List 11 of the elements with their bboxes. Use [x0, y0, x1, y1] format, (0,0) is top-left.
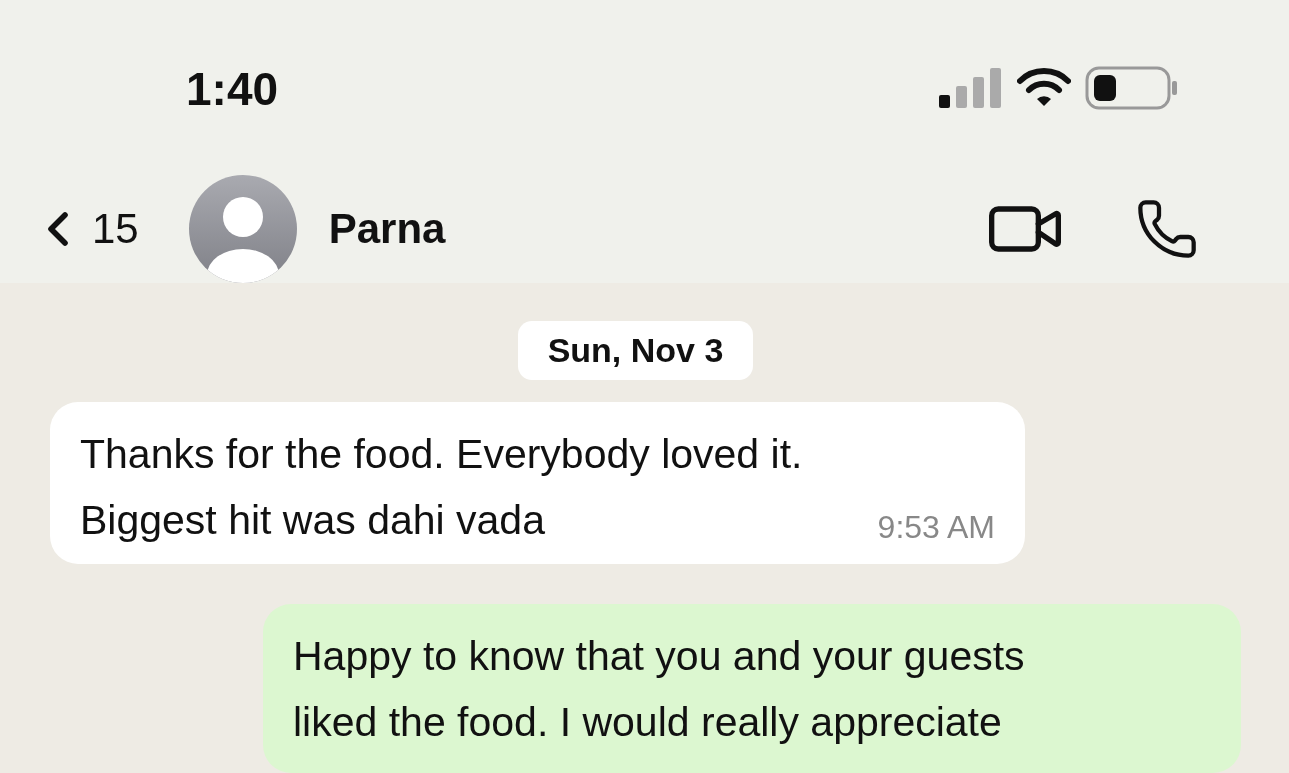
contact-name[interactable]: Parna: [328, 205, 915, 253]
wifi-icon: [1017, 67, 1071, 108]
message-text: Thanks for the food. Everybody loved it. Biggest hit was dahi vada: [80, 430, 803, 545]
battery-icon: [1085, 65, 1179, 110]
back-button[interactable]: 15: [30, 201, 139, 257]
message-text: Happy to know that you and your guests liked the food. I would really appreciate: [293, 632, 1025, 747]
phone-icon[interactable]: [1135, 197, 1199, 261]
message-time: 9:53 AM: [877, 509, 995, 547]
signal-icon: [939, 67, 1003, 108]
date-label: Sun, Nov 3: [517, 321, 754, 380]
status-time: 1:40: [186, 61, 279, 116]
